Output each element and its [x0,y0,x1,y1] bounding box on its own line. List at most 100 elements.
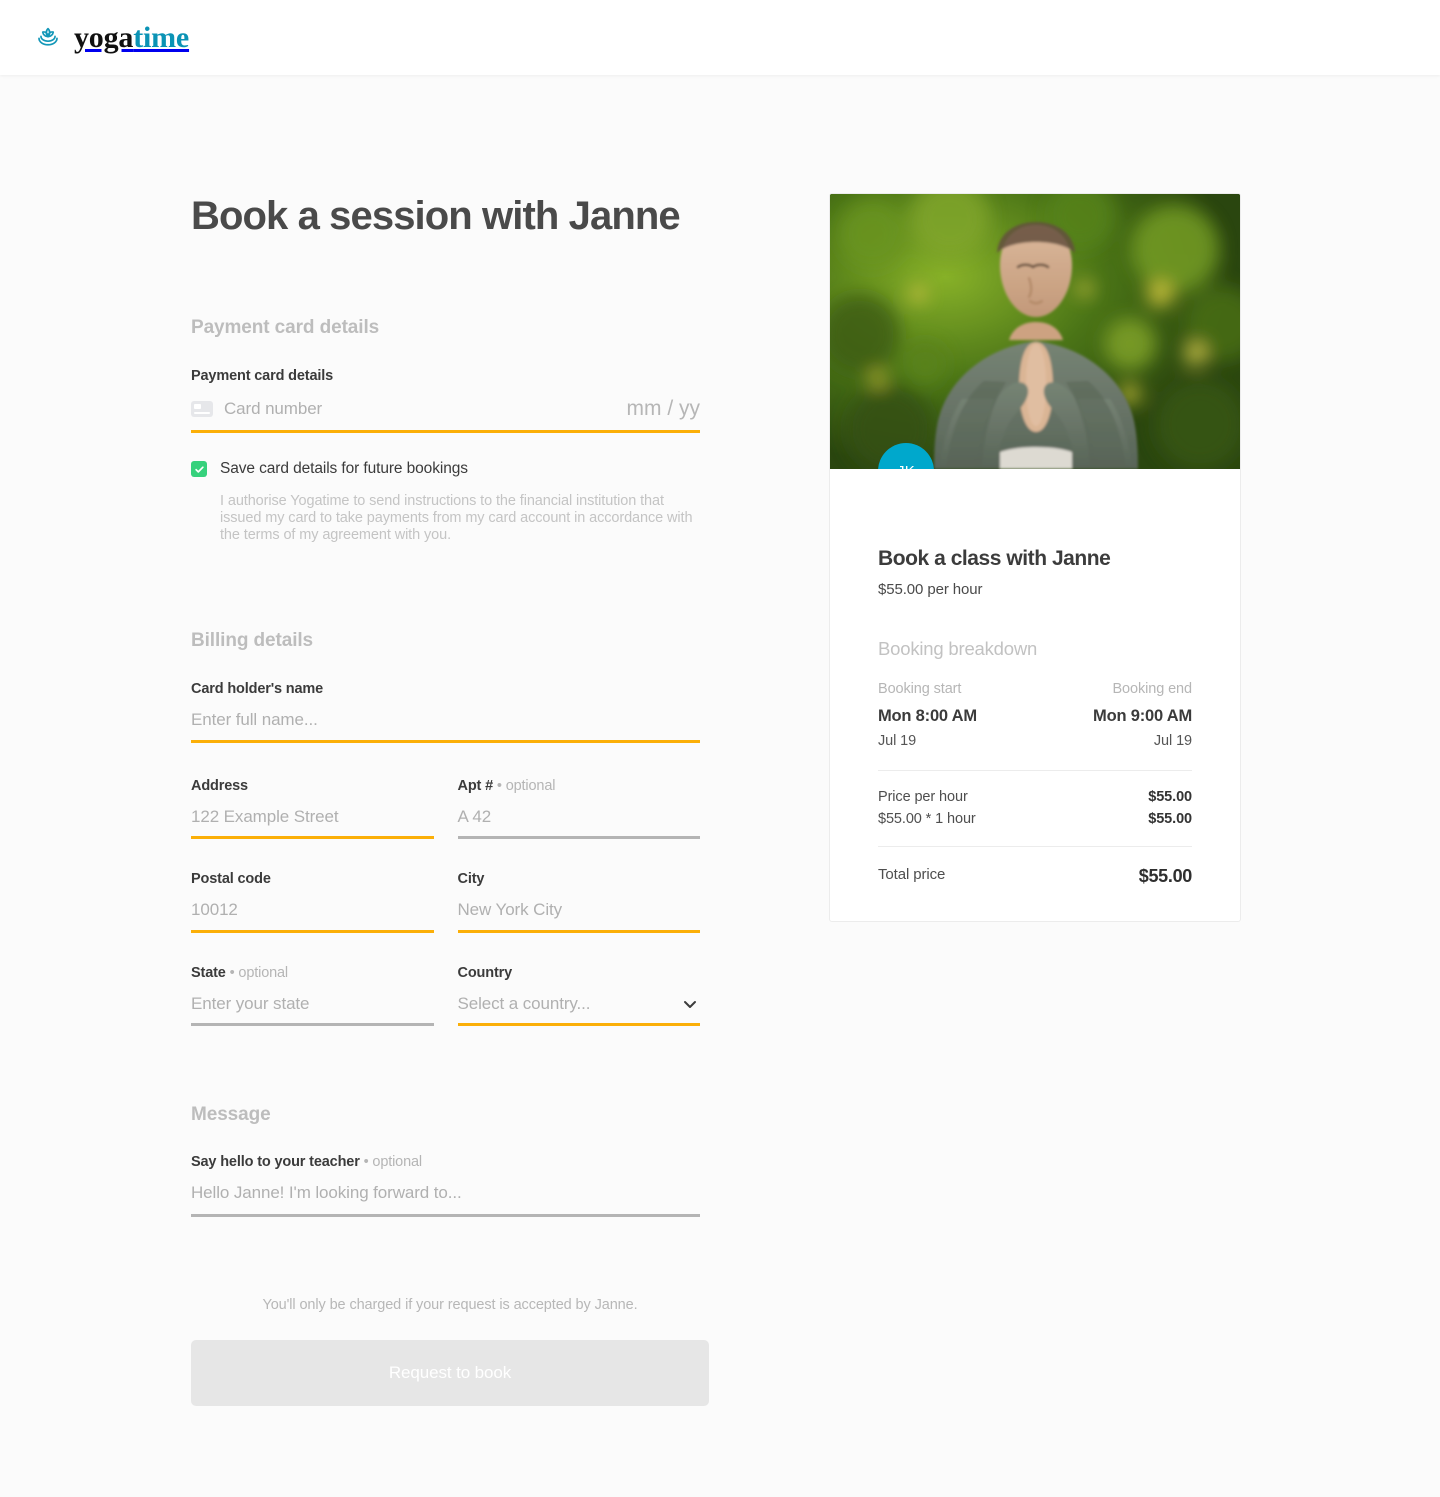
save-card-checkbox-row[interactable]: Save card details for future bookings [191,460,700,478]
postal-code-label: Postal code [191,871,271,888]
card-holder-input[interactable]: Enter full name... [191,710,700,743]
chevron-down-icon[interactable] [680,994,700,1014]
state-optional-tag: • optional [229,964,289,981]
logo-text: yogatime [74,20,190,54]
form-footer: You'll only be charged if your request i… [191,1297,709,1407]
payment-card-section: Payment card details Payment card detail… [191,317,700,544]
address-label: Address [191,777,248,794]
breakdown-heading: Booking breakdown [878,638,1038,659]
booking-end-time: Mon 9:00 AM [1093,707,1192,725]
billing-details-section: Billing details Card holder's name Enter… [191,630,700,1026]
postal-city-row: Postal code 10012 City New York City [191,871,700,933]
country-field: Country Select a country... [457,964,700,1026]
logo[interactable]: yogatime [33,20,190,54]
state-placeholder: Enter your state [191,993,310,1013]
apt-placeholder: A 42 [457,806,492,826]
page: Book a session with Janne Payment card d… [0,75,1440,1407]
booking-end-caption: Booking end [1112,681,1192,697]
booking-card-title: Book a class with Janne [878,547,1111,570]
price-calc-row: $55.00 * 1 hour $55.00 [878,811,1192,827]
breakdown-divider-top [878,770,1192,771]
state-label: State • optional [191,965,434,981]
state-country-row: State • optional Enter your state Countr… [191,965,700,1026]
booking-form: Book a session with Janne Payment card d… [0,193,709,1407]
content: Book a session with Janne Payment card d… [0,75,1440,1407]
logo-text-secondary: time [133,20,190,54]
price-line-row: Price per hour $55.00 [878,789,1192,805]
city-label: City [457,871,485,888]
price-calc-amount: $55.00 [1148,811,1192,827]
state-input[interactable]: Enter your state [191,994,434,1026]
booking-summary: JK Book a class with Janne $55.00 per ho… [829,193,1241,1406]
country-select[interactable]: Select a country... [457,993,700,1026]
message-textarea[interactable]: Hello Janne! I'm looking forward to... [191,1182,700,1218]
charge-note: You'll only be charged if your request i… [262,1297,638,1314]
booking-start-caption: Booking start [878,681,962,697]
message-label-text: Say hello to your teacher [191,1153,360,1170]
address-row: Address 122 Example Street Apt # • optio… [191,777,701,840]
card-holder-label: Card holder's name [191,681,324,698]
message-section: Message Say hello to your teacher • opti… [191,1103,700,1218]
state-field: State • optional Enter your state [191,965,434,1026]
save-card-label: Save card details for future bookings [220,460,468,477]
price-calc-label: $55.00 * 1 hour [878,811,976,827]
save-card-block: Save card details for future bookings I … [191,460,700,544]
booking-start-date: Jul 19 [878,733,917,749]
card-number-label: Payment card details [191,368,334,384]
state-label-text: State [191,964,226,981]
save-card-checkbox[interactable] [191,461,207,477]
country-label: Country [457,964,513,981]
booking-card-rate: $55.00 per hour [878,581,983,598]
booking-times: Mon 8:00 AM Mon 9:00 AM [878,707,1192,726]
total-amount: $55.00 [1138,866,1193,886]
page-title: Book a session with Janne [191,194,681,238]
booking-card: JK Book a class with Janne $55.00 per ho… [829,193,1241,922]
card-expiry-placeholder[interactable]: mm / yy [627,397,701,421]
card-number-field: Payment card details Card number mm / yy [191,368,700,433]
address-field: Address 122 Example Street [191,777,434,840]
apt-label-text: Apt # [457,777,494,794]
city-field: City New York City [457,871,700,933]
site-header: yogatime [0,0,1440,75]
postal-code-input[interactable]: 10012 [191,900,434,933]
price-line-label: Price per hour [878,789,968,805]
message-label: Say hello to your teacher • optional [191,1154,700,1170]
payment-section-heading: Payment card details [191,317,380,338]
booking-dates: Jul 19 Jul 19 [878,733,1192,749]
apt-field: Apt # • optional A 42 [457,778,701,840]
booking-card-body: Book a class with Janne $55.00 per hour … [830,469,1240,921]
price-line-amount: $55.00 [1148,789,1192,805]
teacher-photo-image [830,194,1240,469]
city-input[interactable]: New York City [457,900,700,933]
message-optional-tag: • optional [363,1153,423,1170]
lotus-icon [33,23,63,53]
total-row: Total price $55.00 [878,866,1192,887]
apt-label: Apt # • optional [458,778,701,794]
postal-code-field: Postal code 10012 [191,871,434,933]
booking-end-date: Jul 19 [1153,733,1192,749]
payment-disclaimer: I authorise Yogatime to send instruction… [220,493,693,544]
logo-text-primary: yoga [74,20,134,54]
address-placeholder: 122 Example Street [191,806,339,826]
card-holder-field: Card holder's name Enter full name... [191,681,700,743]
credit-card-icon [191,401,213,417]
booking-start-time: Mon 8:00 AM [878,707,977,725]
message-field: Say hello to your teacher • optional Hel… [191,1154,700,1218]
message-section-heading: Message [191,1103,271,1125]
address-input[interactable]: 122 Example Street [191,806,434,840]
total-label: Total price [878,866,946,883]
billing-section-heading: Billing details [191,630,314,652]
request-to-book-button[interactable]: Request to book [191,1340,709,1407]
check-icon [194,465,204,473]
card-number-placeholder: Card number [224,398,323,418]
apt-input[interactable]: A 42 [457,806,700,840]
apt-optional-tag: • optional [496,777,556,794]
booking-times-captions: Booking start Booking end [878,681,1192,697]
card-number-input-row[interactable]: Card number mm / yy [191,397,700,433]
postal-code-placeholder: 10012 [191,900,238,920]
message-placeholder: Hello Janne! I'm looking forward to... [191,1182,462,1202]
teacher-photo: JK [830,194,1240,469]
card-holder-placeholder: Enter full name... [191,710,318,730]
country-placeholder: Select a country... [457,993,591,1013]
city-placeholder: New York City [457,900,563,920]
